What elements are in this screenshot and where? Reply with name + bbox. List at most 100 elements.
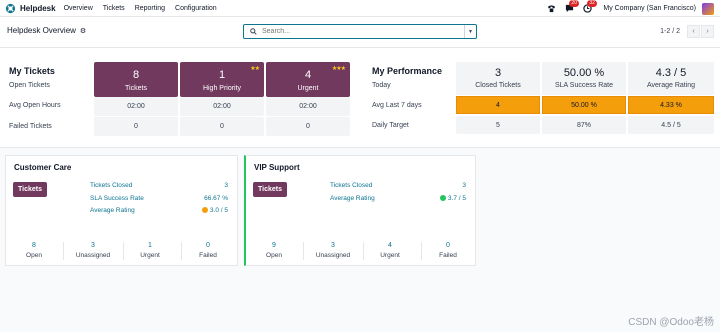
pager-previous-button[interactable]: ‹ — [687, 25, 700, 38]
open-label: Open — [266, 252, 282, 259]
activity-clock-icon[interactable]: 32 — [581, 0, 597, 15]
my-tickets-title: My Tickets — [9, 66, 55, 76]
company-switcher[interactable]: My Company (San Francisco) — [603, 5, 696, 12]
helpdesk-dashboard: My Tickets Open Tickets Avg Open Hours F… — [0, 48, 720, 148]
open-count: 9 — [272, 242, 276, 249]
sla-success-rate-value: 50.00 % — [563, 67, 605, 79]
menu-configuration[interactable]: Configuration — [175, 5, 217, 12]
tickets-button[interactable]: Tickets — [253, 182, 287, 197]
team-name[interactable]: VIP Support — [254, 163, 300, 172]
divider — [421, 242, 422, 260]
sla-success-rate-value[interactable]: 66.67 % — [204, 195, 228, 202]
apps-menu-icon[interactable] — [4, 2, 16, 14]
unassigned-count: 3 — [331, 242, 335, 249]
sla-success-rate-label: SLA Success Rate — [555, 82, 613, 89]
failed-tickets-high-priority[interactable]: 0 — [180, 117, 264, 136]
divider — [303, 242, 304, 260]
open-stat[interactable]: 9 Open — [254, 242, 294, 259]
average-rating-link[interactable]: Average Rating — [330, 195, 375, 202]
pager-value[interactable]: 1-2 / 2 — [660, 28, 680, 35]
search-box[interactable]: ▼ — [243, 24, 477, 39]
menu-reporting[interactable]: Reporting — [135, 5, 165, 12]
neutral-face-icon — [201, 207, 208, 213]
tickets-closed-value[interactable]: 3 — [224, 182, 228, 189]
failed-stat[interactable]: 0 Failed — [188, 242, 228, 259]
open-count: 8 — [32, 242, 36, 249]
failed-tickets-urgent[interactable]: 0 — [266, 117, 350, 136]
page-title: Helpdesk Overview — [7, 26, 76, 35]
avg-hours-high-priority[interactable]: 02:00 — [180, 97, 264, 116]
unassigned-label: Unassigned — [315, 252, 351, 259]
pager-next-button[interactable]: › — [701, 25, 714, 38]
chat-badge: 20 — [569, 0, 579, 7]
average-rating-box: 4.3 / 5 Average Rating — [628, 62, 714, 95]
watermark: CSDN @Odoo老杨 — [628, 317, 714, 328]
average-rating-label: Average Rating — [646, 82, 696, 89]
closed-tickets-label: Closed Tickets — [475, 82, 521, 89]
urgent-stat[interactable]: 4 Urgent — [370, 242, 410, 259]
failed-tickets-tickets[interactable]: 0 — [94, 117, 178, 136]
failed-label: Failed — [439, 252, 457, 259]
avg-hours-urgent[interactable]: 02:00 — [266, 97, 350, 116]
menu-tickets[interactable]: Tickets — [103, 5, 125, 12]
failed-label: Failed — [199, 252, 217, 259]
average-rating-link[interactable]: Average Rating — [90, 207, 135, 214]
sla-success-rate-link[interactable]: SLA Success Rate — [90, 195, 144, 202]
tickets-button[interactable]: Tickets — [13, 182, 47, 197]
menu-overview[interactable]: Overview — [64, 5, 93, 12]
unassigned-stat[interactable]: 3 Unassigned — [308, 242, 358, 259]
avg-last-7-days-label: Avg Last 7 days — [372, 102, 422, 109]
tickets-closed-value[interactable]: 3 — [462, 182, 466, 189]
open-tickets-count: 8 — [132, 69, 140, 81]
divider — [63, 242, 64, 260]
team-card-customer-care[interactable]: Customer Care Tickets Tickets Closed 3 S… — [5, 155, 238, 266]
two-stars-icon: ★★ — [250, 66, 260, 72]
average-rating-text: 3.7 / 5 — [447, 195, 466, 202]
avg-hours-tickets[interactable]: 02:00 — [94, 97, 178, 116]
gear-icon[interactable]: ⚙ — [80, 27, 86, 35]
urgent-label: Urgent — [140, 252, 160, 259]
user-avatar[interactable] — [702, 2, 714, 15]
failed-tickets-label: Failed Tickets — [9, 123, 52, 130]
urgent-count: 1 — [148, 242, 152, 249]
breadcrumb: Helpdesk Overview ⚙ — [7, 26, 86, 35]
three-stars-icon: ★★★ — [331, 66, 346, 72]
search-icon — [247, 28, 259, 35]
app-name[interactable]: Helpdesk — [20, 4, 56, 13]
average-rating-value[interactable]: 3.7 / 5 — [439, 195, 466, 202]
chat-icon[interactable]: 20 — [563, 0, 579, 15]
high-priority-label: High Priority — [202, 85, 242, 92]
avg7-average-rating: 4.33 % — [628, 96, 714, 114]
phone-icon[interactable] — [545, 3, 557, 15]
average-rating-value[interactable]: 3.0 / 5 — [201, 207, 228, 214]
average-rating-value: 4.3 / 5 — [655, 67, 687, 79]
my-tickets-high-priority-box[interactable]: ★★ 1 High Priority — [180, 62, 264, 97]
closed-tickets-box: 3 Closed Tickets — [456, 62, 540, 95]
urgent-count: 4 — [388, 242, 392, 249]
closed-tickets-value: 3 — [494, 67, 502, 79]
search-options-dropdown[interactable]: ▼ — [464, 25, 476, 38]
unassigned-stat[interactable]: 3 Unassigned — [68, 242, 118, 259]
team-name[interactable]: Customer Care — [14, 163, 71, 172]
search-input[interactable] — [259, 28, 464, 35]
urgent-stat[interactable]: 1 Urgent — [130, 242, 170, 259]
target-average-rating: 4.5 / 5 — [628, 116, 714, 134]
tickets-closed-link[interactable]: Tickets Closed — [330, 182, 372, 189]
avg-open-hours-label: Avg Open Hours — [9, 102, 61, 109]
failed-count: 0 — [206, 242, 210, 249]
urgent-label: Urgent — [297, 85, 319, 92]
avg7-sla-success-rate: 50.00 % — [542, 96, 626, 114]
pager: 1-2 / 2 ‹ › — [660, 25, 714, 38]
daily-target-label: Daily Target — [372, 122, 409, 129]
failed-stat[interactable]: 0 Failed — [428, 242, 468, 259]
control-panel: Helpdesk Overview ⚙ ▼ 1-2 / 2 ‹ › — [0, 17, 720, 48]
top-navbar: Helpdesk Overview Tickets Reporting Conf… — [0, 0, 720, 17]
my-tickets-urgent-box[interactable]: ★★★ 4 Urgent — [266, 62, 350, 97]
open-tickets-box-label: Tickets — [125, 85, 147, 92]
my-tickets-open-box[interactable]: 8 Tickets — [94, 62, 178, 97]
open-stat[interactable]: 8 Open — [14, 242, 54, 259]
tickets-closed-link[interactable]: Tickets Closed — [90, 182, 132, 189]
target-closed-tickets: 5 — [456, 116, 540, 134]
team-card-vip-support[interactable]: VIP Support Tickets Tickets Closed 3 Ave… — [244, 155, 476, 266]
divider — [363, 242, 364, 260]
